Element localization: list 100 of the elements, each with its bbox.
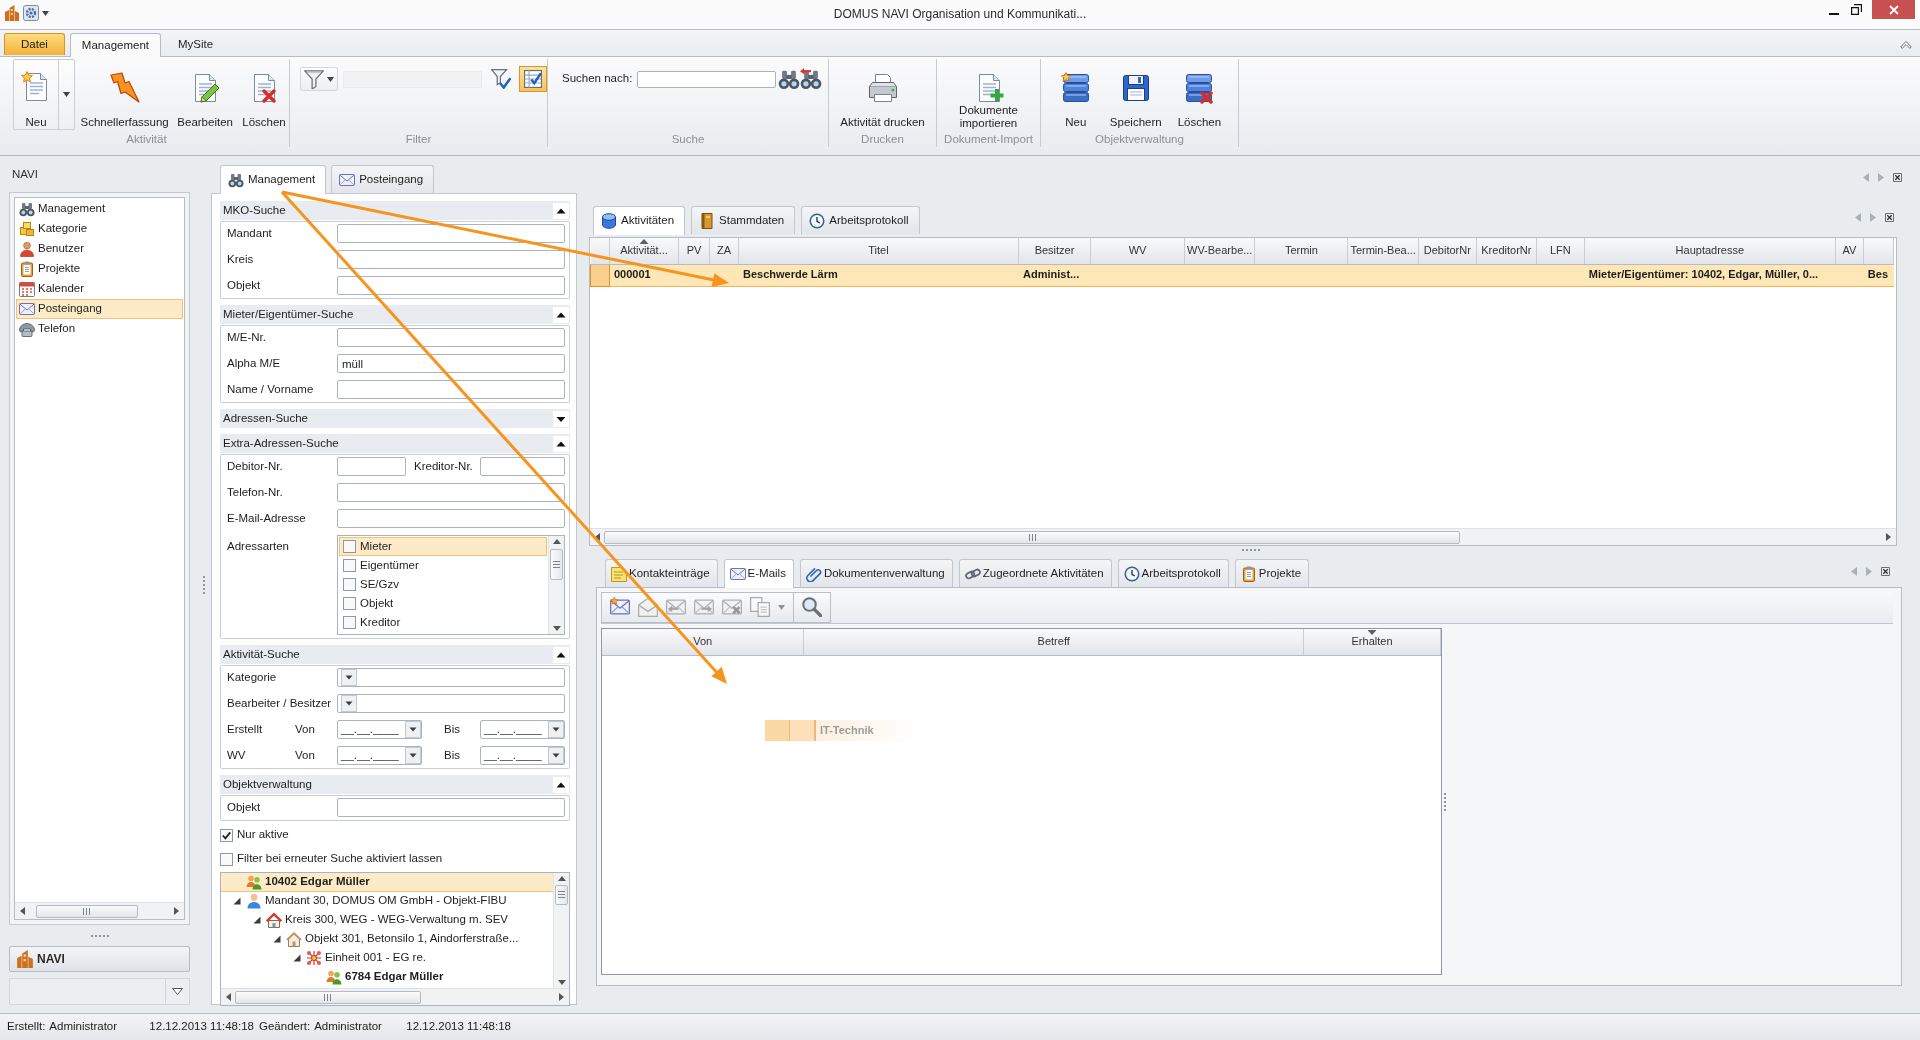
search-icon[interactable] — [802, 597, 822, 617]
date-field[interactable]: __.__.____ — [480, 746, 565, 765]
text-field[interactable] — [337, 509, 565, 528]
scroll-right-icon[interactable] — [174, 907, 179, 915]
text-field[interactable] — [337, 250, 565, 269]
collapse-icon[interactable] — [553, 306, 569, 323]
column-header[interactable]: Von — [602, 629, 804, 655]
text-field[interactable] — [337, 224, 565, 243]
column-header[interactable]: LFN — [1536, 238, 1585, 264]
file-menu-tab[interactable]: Datei — [4, 33, 65, 55]
text-field[interactable] — [337, 457, 406, 476]
scroll-left-icon[interactable] — [20, 907, 25, 915]
scrollbar-thumb[interactable] — [235, 990, 421, 1004]
document-tab[interactable]: Management — [220, 165, 327, 194]
list-item[interactable]: Eigentümer — [339, 556, 547, 575]
scroll-right-icon[interactable] — [1886, 533, 1891, 541]
scrollbar-thumb[interactable] — [550, 548, 563, 581]
tree-item[interactable]: Kreis 300, WEG - WEG-Verwaltung m. SEV — [221, 911, 553, 930]
section-header[interactable]: MKO-Suche — [220, 201, 570, 220]
scroll-up-icon[interactable] — [552, 539, 561, 544]
checkbox[interactable] — [343, 540, 356, 553]
column-header[interactable]: AV — [1835, 238, 1864, 264]
tab[interactable]: Kontakteinträge — [605, 559, 718, 587]
close-icon[interactable] — [1885, 213, 1894, 222]
text-field[interactable] — [337, 380, 565, 399]
nav-item[interactable]: Projekte — [16, 259, 183, 279]
scroll-down-icon[interactable] — [557, 980, 566, 985]
nav-item[interactable]: Kategorie — [16, 219, 183, 239]
scrollbar-thumb[interactable] — [604, 530, 1461, 544]
checkbox[interactable] — [220, 828, 233, 842]
ribbon-button[interactable]: Schnellerfassung — [78, 59, 172, 130]
text-field[interactable] — [480, 457, 565, 476]
tab[interactable]: E-Mails — [723, 559, 794, 588]
tab[interactable]: Projekte — [1234, 559, 1310, 587]
horizontal-scrollbar[interactable] — [590, 528, 1896, 545]
text-field[interactable] — [337, 276, 565, 295]
close-icon[interactable] — [1881, 567, 1890, 576]
column-header[interactable]: Termin — [1254, 238, 1348, 264]
column-header[interactable]: Besitzer — [1018, 238, 1091, 264]
nav-item[interactable]: Management — [16, 199, 183, 219]
tree-item[interactable]: Einheit 001 - EG re. — [221, 949, 553, 968]
collapse-icon[interactable] — [553, 202, 569, 219]
column-header[interactable]: Termin-Bea... — [1347, 238, 1419, 264]
section-header[interactable]: Objektverwaltung — [220, 775, 570, 794]
date-field[interactable]: __.__.____ — [337, 720, 422, 739]
list-item[interactable]: Objekt — [339, 594, 547, 613]
section-header[interactable]: Mieter/Eigentümer-Suche — [220, 305, 570, 324]
chevron-right-icon[interactable] — [1870, 213, 1876, 222]
tree-item[interactable]: 6784 Edgar Müller — [221, 968, 553, 987]
date-field[interactable]: __.__.____ — [480, 720, 565, 739]
column-header[interactable]: DebitorNr — [1418, 238, 1477, 264]
restore-icon[interactable] — [1851, 4, 1862, 15]
chevron-left-icon[interactable] — [1851, 567, 1857, 576]
chevron-left-icon[interactable] — [1863, 173, 1869, 182]
column-header[interactable]: Hauptadresse — [1584, 238, 1836, 264]
tree-item[interactable]: 10402 Edgar Müller — [221, 873, 553, 892]
collapse-arrow-icon[interactable] — [253, 916, 261, 924]
caret-icon[interactable] — [42, 10, 49, 16]
split-button[interactable]: Neu — [13, 59, 75, 130]
list-item[interactable]: Mieter — [339, 537, 547, 556]
search-field[interactable] — [637, 70, 777, 88]
chevron-left-icon[interactable] — [1855, 213, 1861, 222]
vertical-scrollbar[interactable] — [548, 536, 564, 634]
toggle-button[interactable] — [519, 66, 547, 92]
table-row[interactable]: 000001 Beschwerde Lärm Administ... Mieter/Eigentümer: 10402, Edgar, Müller, 0... Bes — [590, 264, 1894, 286]
scroll-down-icon[interactable] — [552, 626, 561, 631]
column-header[interactable]: Aktivität... — [609, 238, 679, 264]
text-field[interactable] — [337, 328, 565, 347]
collapse-arrow-icon[interactable] — [293, 954, 301, 962]
section-header[interactable]: Aktivität-Suche — [220, 645, 570, 664]
column-header[interactable]: Titel — [738, 238, 1019, 264]
checkbox[interactable] — [220, 852, 233, 866]
collapse-arrow-icon[interactable] — [233, 897, 241, 905]
ribbon-button[interactable]: Löschen — [1173, 59, 1226, 130]
nav-item[interactable]: Telefon — [16, 319, 183, 339]
ribbon-tab[interactable]: Management — [69, 33, 161, 57]
checkbox[interactable] — [343, 616, 356, 629]
collapse-icon[interactable] — [553, 435, 569, 452]
horizontal-scrollbar[interactable] — [15, 902, 184, 919]
column-header[interactable]: PV — [678, 238, 710, 264]
text-field[interactable]: müll — [337, 354, 565, 373]
scroll-left-icon[interactable] — [226, 993, 231, 1001]
binoculars-icon[interactable] — [778, 68, 801, 90]
tab[interactable]: Zugeordnete Aktivitäten — [958, 559, 1112, 587]
ribbon-button[interactable]: Löschen — [239, 59, 289, 130]
close-button[interactable] — [1872, 0, 1915, 19]
scroll-up-icon[interactable] — [557, 876, 566, 881]
tab[interactable]: Dokumentenverwaltung — [799, 559, 953, 587]
column-header[interactable]: WV-Bearbe... — [1184, 238, 1255, 264]
tab[interactable]: Stammdaten — [691, 206, 796, 234]
text-field[interactable] — [337, 798, 565, 817]
collapse-arrow-icon[interactable] — [273, 935, 281, 943]
column-header[interactable]: Erhalten — [1303, 629, 1441, 655]
column-header[interactable]: ZA — [709, 238, 739, 264]
navi-button[interactable]: NAVI — [9, 946, 190, 972]
nav-item[interactable]: Posteingang — [16, 299, 183, 319]
document-tab[interactable]: Posteingang — [331, 165, 435, 193]
scrollbar-thumb[interactable] — [36, 904, 138, 918]
tree-item[interactable]: Mandant 30, DOMUS OM GmbH - Objekt-FIBU — [221, 892, 553, 911]
expand-icon[interactable] — [553, 410, 569, 427]
